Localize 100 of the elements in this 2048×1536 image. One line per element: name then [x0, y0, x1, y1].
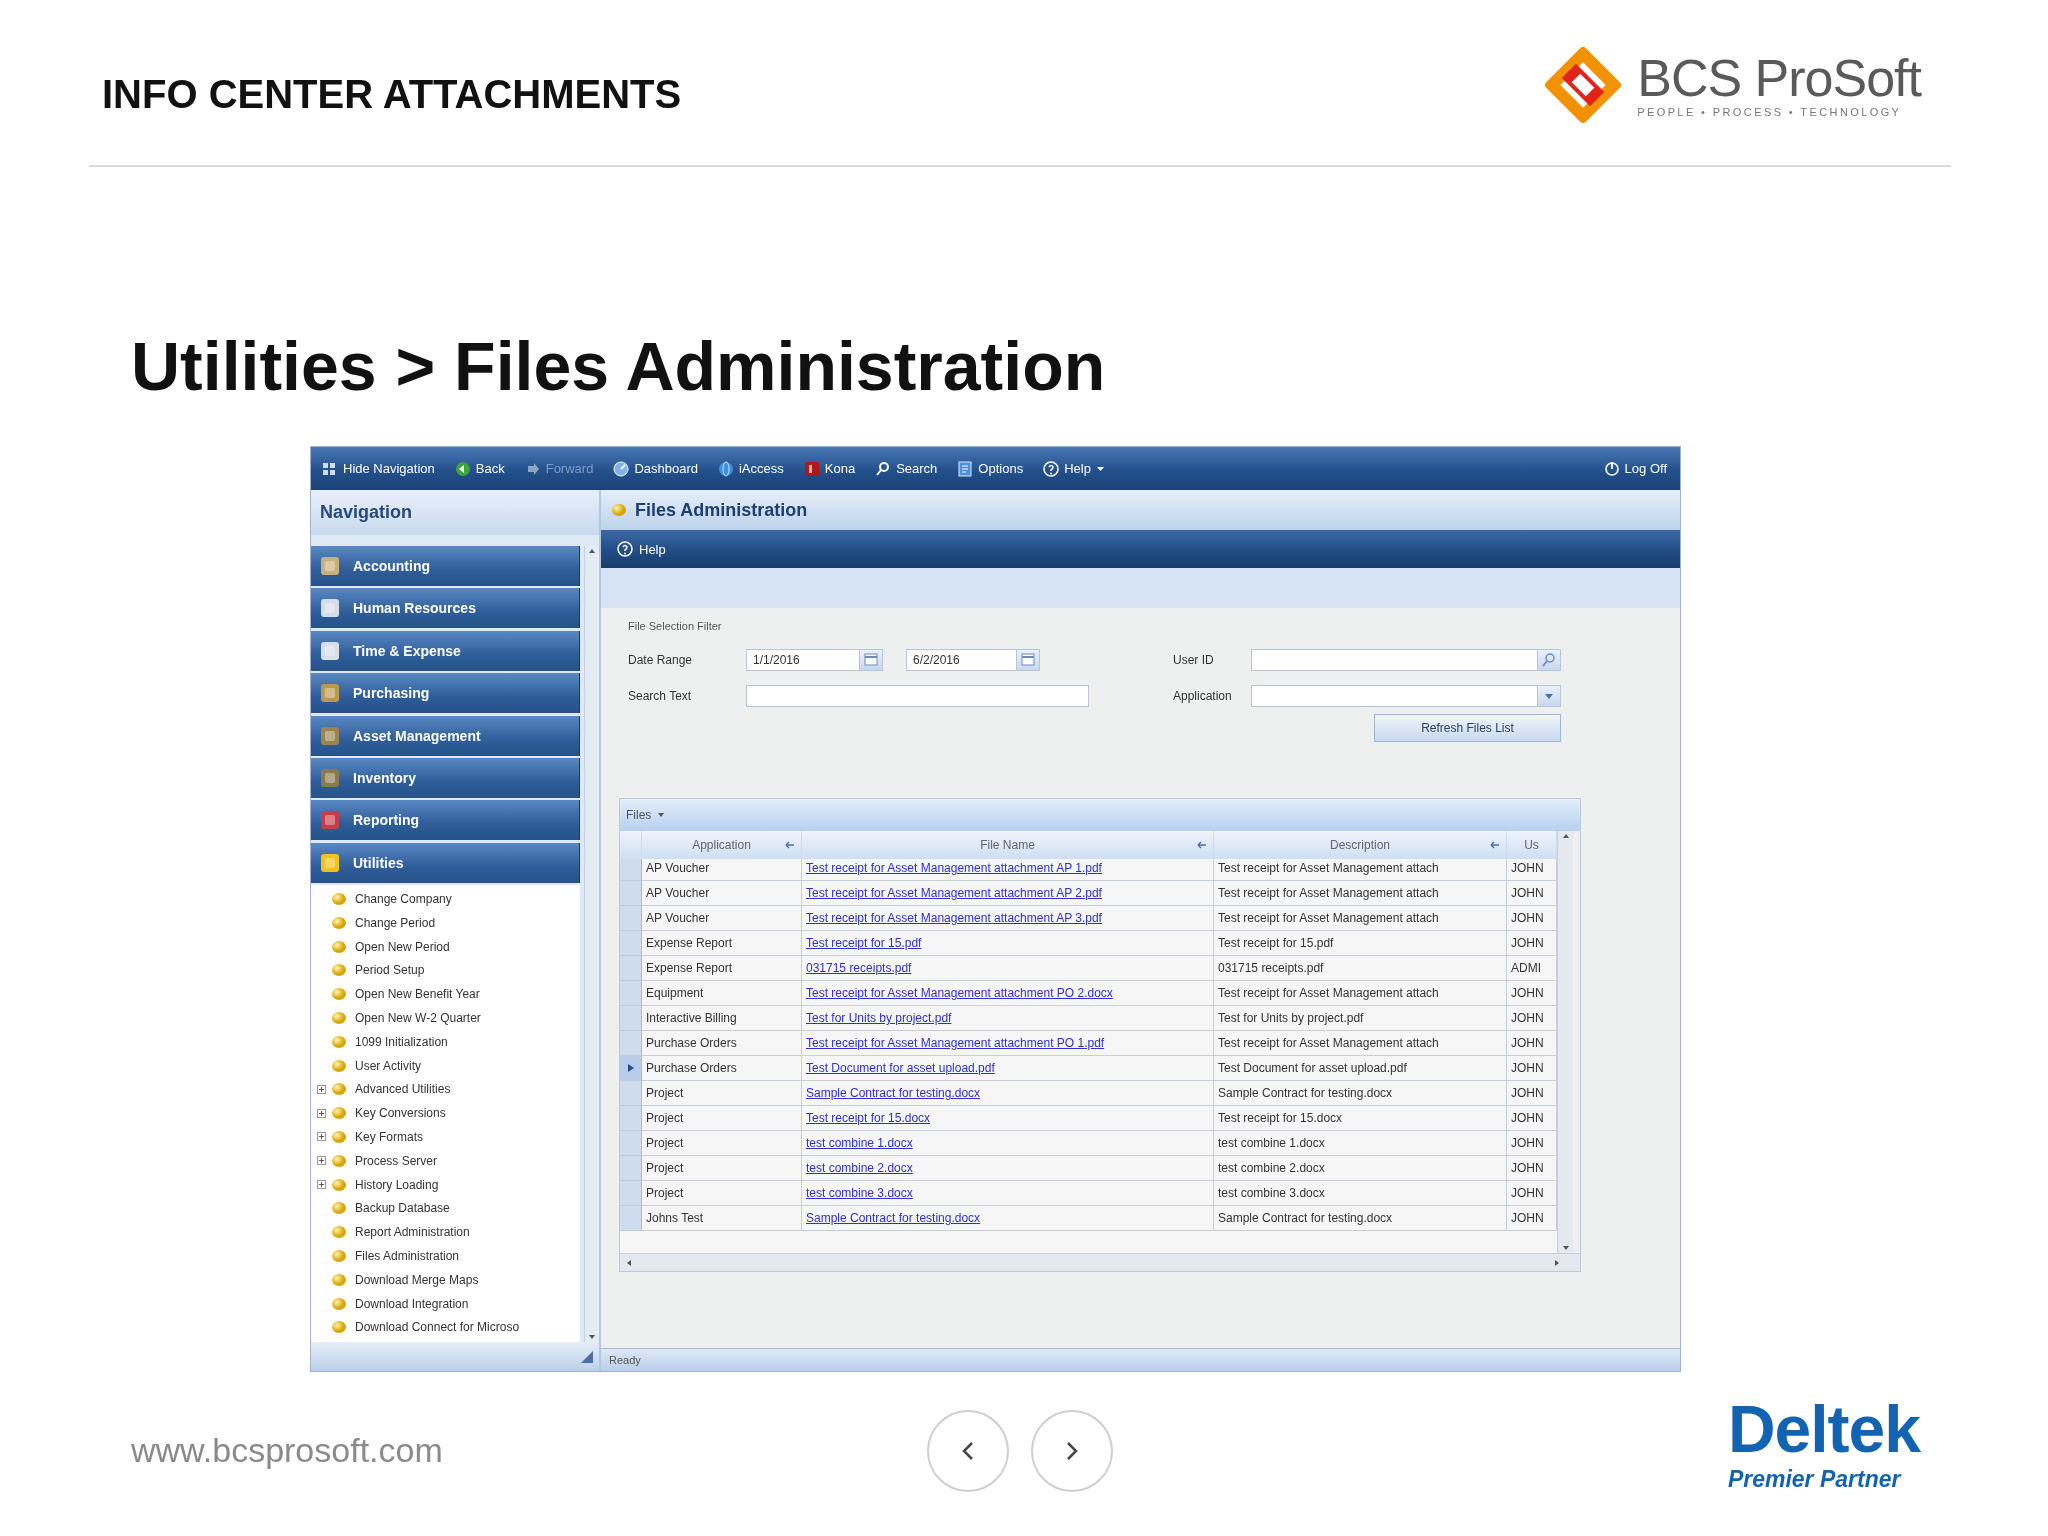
- caret-icon[interactable]: [657, 811, 666, 819]
- file-link[interactable]: test combine 1.docx: [806, 1136, 913, 1150]
- file-link[interactable]: Test receipt for Asset Management attachment AP 1.pdf: [806, 861, 1102, 875]
- tree-item[interactable]: Download Merge Maps: [355, 1272, 479, 1287]
- module-icon: [319, 724, 341, 747]
- module-button[interactable]: Time & Expense: [311, 630, 581, 671]
- scrollbar[interactable]: [1557, 831, 1573, 1253]
- toolbar-button[interactable]: Dashboard: [610, 458, 701, 479]
- refresh-button[interactable]: Refresh Files List: [1374, 714, 1561, 742]
- field-label: Application: [1173, 689, 1233, 703]
- file-link[interactable]: Test receipt for 15.docx: [806, 1111, 931, 1125]
- module-button[interactable]: Human Resources: [311, 588, 581, 629]
- tree-item[interactable]: Advanced Utilities: [355, 1082, 451, 1097]
- tree-item[interactable]: Download Connect for Microso: [355, 1320, 520, 1335]
- module-button[interactable]: Reporting: [311, 800, 581, 841]
- module-button[interactable]: Asset Management: [311, 715, 581, 756]
- module-button[interactable]: Purchasing: [311, 673, 581, 714]
- toolbar-button[interactable]: Hide Navigation: [319, 458, 438, 479]
- tree-item[interactable]: Download Integration: [355, 1296, 469, 1311]
- date-field[interactable]: 6/2/2016: [906, 649, 1040, 671]
- file-link[interactable]: test combine 3.docx: [806, 1186, 913, 1200]
- expand-icon[interactable]: [316, 1156, 326, 1166]
- column-header[interactable]: File Name: [802, 831, 1214, 859]
- tree-item[interactable]: Report Administration: [355, 1225, 470, 1240]
- row-selector[interactable]: [620, 1056, 642, 1081]
- file-link[interactable]: 031715 receipts.pdf: [806, 961, 912, 975]
- table-cell: Project: [642, 1106, 802, 1131]
- input-field[interactable]: [1251, 649, 1561, 671]
- tree-item[interactable]: Key Conversions: [355, 1106, 446, 1121]
- tree-item[interactable]: Open New W-2 Quarter: [355, 1011, 481, 1025]
- toolbar-button[interactable]: Back: [451, 458, 508, 479]
- tree-item[interactable]: User Activity: [355, 1058, 421, 1073]
- arrow-icon: [1490, 841, 1500, 849]
- table-cell: Project: [642, 1081, 802, 1106]
- file-link[interactable]: Test receipt for Asset Management attachment AP 2.pdf: [806, 886, 1102, 900]
- expand-icon[interactable]: [316, 1180, 326, 1190]
- toolbar-button[interactable]: Kona: [800, 458, 859, 479]
- file-link[interactable]: test combine 2.docx: [806, 1161, 913, 1175]
- tree-item[interactable]: Files Administration: [355, 1248, 460, 1263]
- module-icon: [319, 555, 341, 577]
- module-icon: [319, 766, 341, 789]
- dropdown-field[interactable]: [1251, 685, 1561, 707]
- tree-item[interactable]: Key Formats: [355, 1130, 423, 1144]
- calendar-icon: [1020, 652, 1036, 668]
- file-link[interactable]: Sample Contract for testing.docx: [806, 1086, 981, 1100]
- table-cell: test combine 2.docx: [1214, 1156, 1507, 1181]
- ball-icon: [331, 1319, 347, 1336]
- ball-icon: [331, 1105, 347, 1122]
- toolbar-button[interactable]: iAccess: [715, 458, 787, 479]
- ball-icon: [331, 1271, 347, 1288]
- tree-item[interactable]: Change Period: [355, 915, 436, 930]
- column-header[interactable]: Application: [642, 831, 802, 859]
- module-icon: [319, 809, 341, 832]
- module-button[interactable]: Utilities: [311, 842, 581, 883]
- logoff-button[interactable]: Log Off: [1600, 458, 1670, 479]
- table-cell: Project: [642, 1131, 802, 1156]
- tree-item[interactable]: History Loading: [355, 1177, 439, 1192]
- file-link[interactable]: Test receipt for 15.pdf: [806, 936, 922, 950]
- module-icon: [319, 639, 341, 662]
- file-link[interactable]: Test receipt for Asset Management attachment AP 3.pdf: [806, 911, 1102, 925]
- tree-item[interactable]: Open New Period: [355, 939, 450, 954]
- tree-item[interactable]: Change Company: [355, 892, 452, 906]
- column-header[interactable]: Us: [1507, 831, 1557, 859]
- file-link[interactable]: Test for Units by project.pdf: [806, 1011, 952, 1025]
- file-link[interactable]: Sample Contract for testing.docx: [806, 1211, 981, 1225]
- scrollbar[interactable]: [584, 546, 599, 1342]
- tree-item[interactable]: 1099 Initialization: [355, 1034, 448, 1049]
- module-button[interactable]: Accounting: [311, 546, 581, 586]
- toolbar-button[interactable]: Help: [1040, 458, 1108, 479]
- toolbar-button[interactable]: Search: [872, 458, 941, 479]
- ball-icon: [331, 962, 347, 979]
- expand-icon[interactable]: [316, 1108, 326, 1118]
- arrow-icon: [785, 841, 795, 849]
- header-corner: [620, 831, 642, 859]
- ball-icon: [331, 1224, 347, 1241]
- input-field[interactable]: [746, 685, 1089, 707]
- ball-icon: [331, 986, 347, 1003]
- panel-title: Navigation: [320, 502, 412, 523]
- help-button[interactable]: Help: [611, 540, 672, 558]
- file-link[interactable]: Test receipt for Asset Management attachment PO 2.docx: [806, 986, 1113, 1000]
- toolbar-button[interactable]: Options: [954, 458, 1027, 479]
- section-label: File Selection Filter: [628, 620, 723, 632]
- module-button[interactable]: Inventory: [311, 757, 581, 798]
- date-field[interactable]: 1/1/2016: [746, 649, 883, 671]
- scrollbar[interactable]: [620, 1253, 1580, 1271]
- ball-icon: [331, 1057, 347, 1074]
- tree-item[interactable]: Process Server: [355, 1153, 438, 1168]
- column-header[interactable]: Description: [1214, 831, 1507, 859]
- expand-icon[interactable]: [316, 1132, 326, 1142]
- tree-item[interactable]: Open New Benefit Year: [355, 987, 480, 1002]
- power-icon: [1603, 460, 1620, 477]
- table-cell: Test receipt for Asset Management attach: [1214, 856, 1507, 881]
- tree-item[interactable]: Backup Database: [355, 1201, 450, 1216]
- document-icon: [957, 460, 974, 477]
- ball-icon: [331, 891, 347, 907]
- expand-icon[interactable]: [316, 1084, 326, 1094]
- file-link[interactable]: Test Document for asset upload.pdf: [806, 1061, 995, 1075]
- slide-title: INFO CENTER ATTACHMENTS: [102, 72, 682, 117]
- tree-item[interactable]: Period Setup: [355, 963, 425, 978]
- file-link[interactable]: Test receipt for Asset Management attachment PO 1.pdf: [806, 1036, 1105, 1050]
